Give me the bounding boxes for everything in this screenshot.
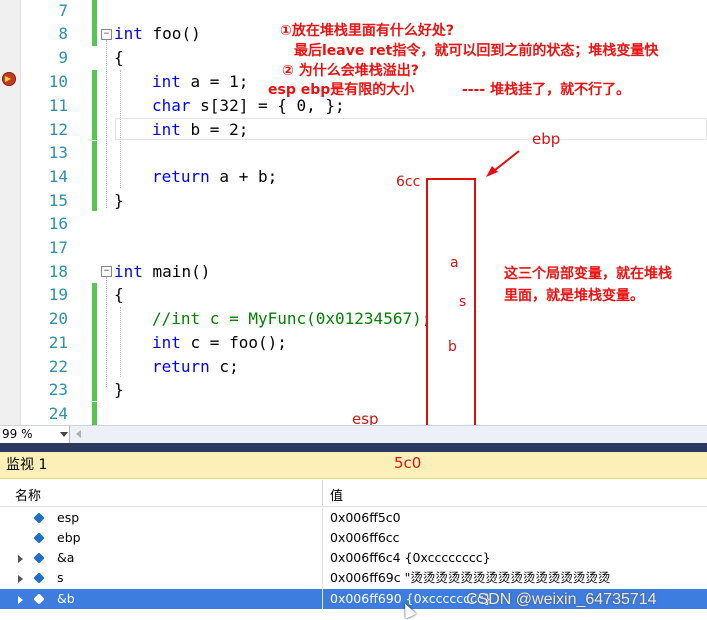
watch-value[interactable]: 0x006ff5c0 <box>330 508 401 528</box>
variable-icon <box>33 572 45 584</box>
column-divider[interactable] <box>322 480 323 506</box>
zoom-dropdown[interactable]: 99 % <box>0 426 70 443</box>
scroll-left-icon[interactable] <box>76 430 81 438</box>
column-divider <box>322 528 323 548</box>
variable-icon <box>33 593 45 605</box>
watch-row-addr-a[interactable]: &a 0x006ff6c4 {0xcccccccc} <box>0 548 707 568</box>
column-divider <box>322 568 323 588</box>
watch-value[interactable]: 0x006ff6c4 {0xcccccccc} <box>330 548 491 568</box>
watch-name: &a <box>57 550 75 565</box>
watch-value[interactable]: 0x006ff6cc <box>330 528 400 548</box>
expand-arrow-icon[interactable] <box>18 575 23 583</box>
watch-panel-title: 监视 1 <box>0 452 707 479</box>
watch-name: s <box>57 570 64 585</box>
watch-row-ebp[interactable]: ebp 0x006ff6cc <box>0 528 707 548</box>
watch-value[interactable]: 0x006ff69c "烫烫烫烫烫烫烫烫烫烫烫烫烫烫烫烫 <box>330 568 610 588</box>
column-divider <box>322 548 323 568</box>
watermark: CSDN @weixin_64735714 <box>466 591 657 608</box>
panel-splitter[interactable] <box>0 443 707 452</box>
column-divider <box>322 508 323 528</box>
expand-arrow-icon[interactable] <box>18 596 23 604</box>
watch-column-header: 名称 值 <box>0 480 707 507</box>
zoom-level: 99 % <box>2 427 33 441</box>
chevron-down-icon <box>60 432 68 437</box>
column-value-header[interactable]: 值 <box>330 485 343 504</box>
expand-arrow-icon[interactable] <box>18 555 23 563</box>
column-name-header[interactable]: 名称 <box>15 485 41 504</box>
editor-status-bar: 99 % <box>0 425 707 443</box>
variable-icon <box>33 532 45 544</box>
variable-icon <box>33 512 45 524</box>
watch-row-s[interactable]: s 0x006ff69c "烫烫烫烫烫烫烫烫烫烫烫烫烫烫烫烫 <box>0 568 707 588</box>
watch-name: &b <box>57 591 75 606</box>
watch-name: ebp <box>57 530 81 545</box>
variable-icon <box>33 552 45 564</box>
annotation-address-bottom: 5c0 <box>394 454 422 472</box>
watch-name: esp <box>57 510 80 525</box>
column-divider <box>322 589 323 609</box>
watch-row-esp[interactable]: esp 0x006ff5c0 <box>0 508 707 528</box>
